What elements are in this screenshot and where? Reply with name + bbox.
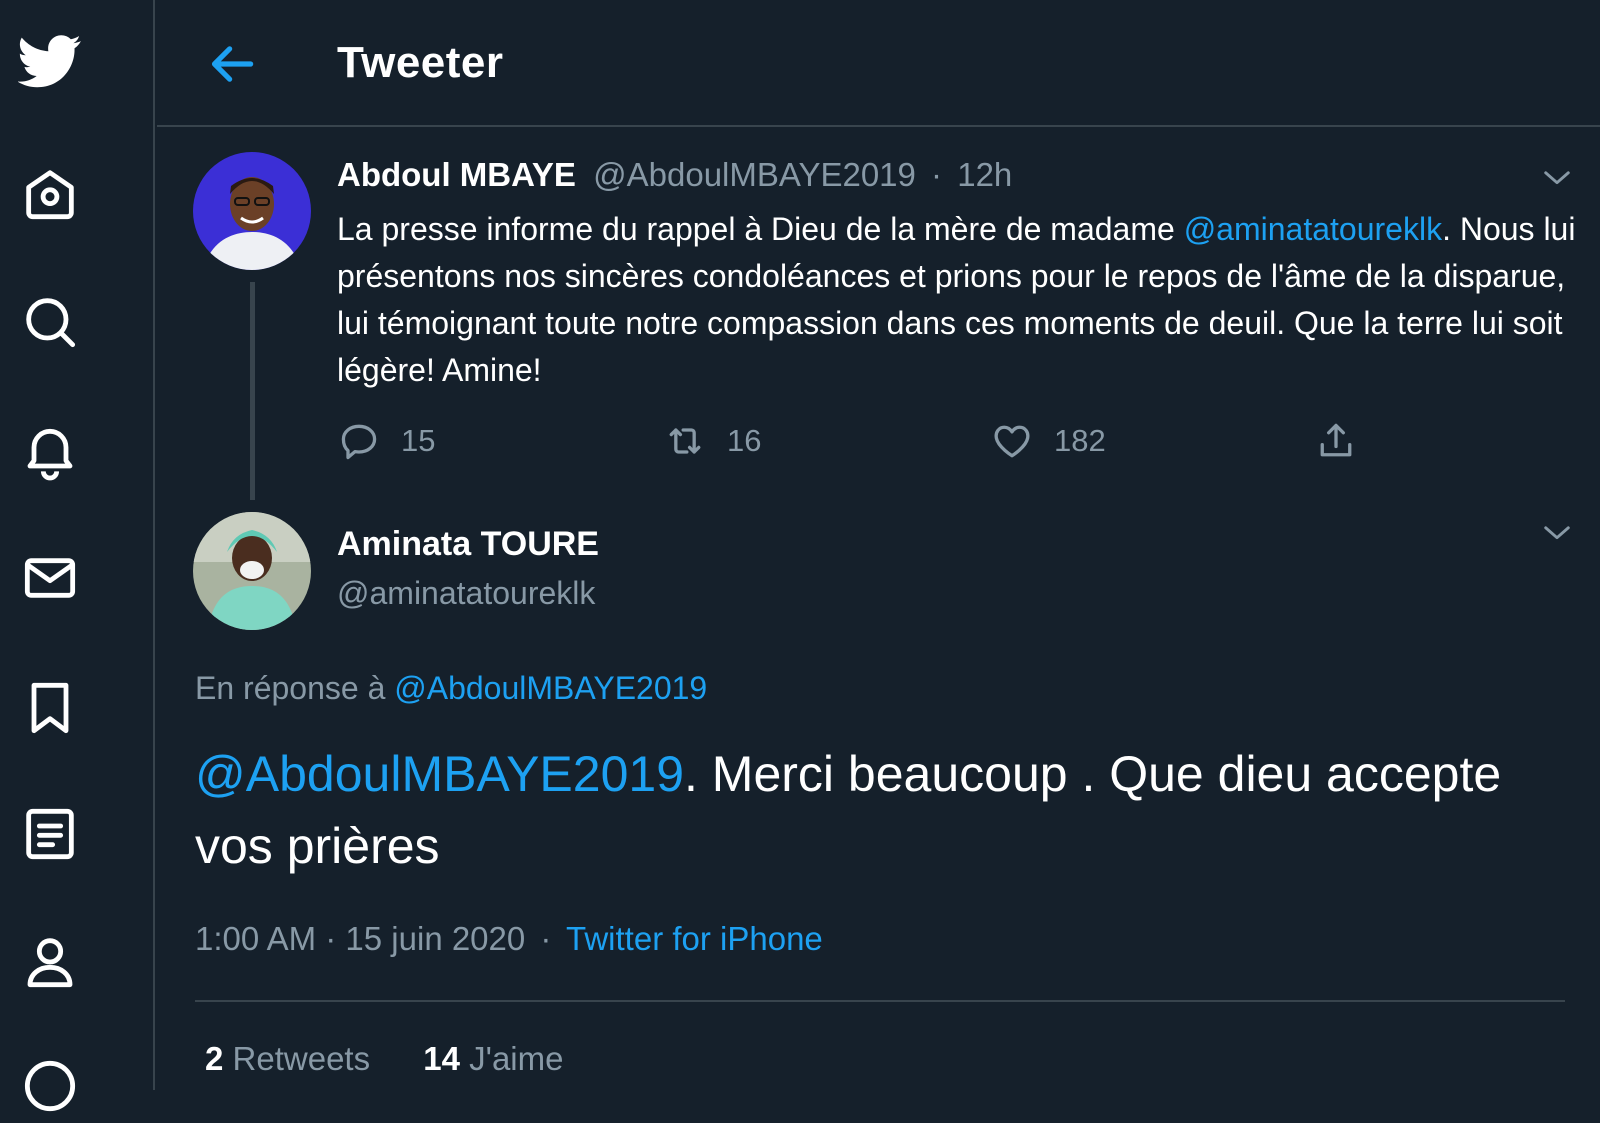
author-handle[interactable]: @aminatatoureklk (337, 575, 595, 612)
like-count: 182 (1054, 423, 1106, 458)
heart-icon (994, 425, 1030, 458)
tweet2-text: @AbdoulMBAYE2019. Merci beaucoup . Que d… (195, 738, 1575, 882)
retweet-action[interactable]: 16 (663, 415, 761, 467)
reply-count: 15 (401, 423, 436, 458)
like-action[interactable]: 182 (990, 415, 1106, 467)
retweets-count: 2 (205, 1040, 224, 1077)
author-name[interactable]: Abdoul MBAYE (337, 156, 576, 193)
separator: · (325, 920, 337, 957)
retweets-label: Retweets (232, 1040, 371, 1077)
tweet-source-link[interactable]: Twitter for iPhone (566, 920, 823, 957)
mail-icon[interactable] (18, 546, 82, 610)
separator: · (540, 920, 552, 957)
page-title: Tweeter (337, 38, 504, 87)
tweet1-text-part1: La presse informe du rappel à Dieu de la… (337, 211, 1184, 247)
bell-icon[interactable] (18, 418, 82, 482)
profile-icon[interactable] (18, 930, 82, 994)
home-icon[interactable] (18, 162, 82, 226)
reply-prefix: En réponse à (195, 670, 395, 706)
likes-label: J'aime (469, 1040, 564, 1077)
likes-stat[interactable]: 14 J'aime (423, 1040, 563, 1077)
tweet-meta: 1:00 AM · 15 juin 2020 · Twitter for iPh… (195, 920, 823, 958)
retweet-count: 16 (727, 423, 762, 458)
divider (195, 1000, 1565, 1002)
likes-count: 14 (423, 1040, 460, 1077)
avatar-aminata-toure[interactable] (193, 512, 311, 630)
share-action[interactable] (1314, 415, 1358, 467)
reply-icon (341, 424, 377, 460)
list-icon[interactable] (18, 802, 82, 866)
tweet1-text: La presse informe du rappel à Dieu de la… (337, 206, 1577, 394)
avatar-abdoul-mbaye[interactable] (193, 152, 311, 270)
mention-link[interactable]: @AbdoulMBAYE2019 (195, 746, 684, 802)
author-name[interactable]: Aminata TOURE (337, 525, 599, 564)
sidebar-nav (0, 0, 155, 1112)
tweet1-menu-chevron-icon[interactable] (1540, 160, 1574, 194)
separator: · (931, 156, 943, 193)
more-icon[interactable] (18, 1054, 82, 1118)
reply-handle-link[interactable]: @AbdoulMBAYE2019 (394, 670, 707, 706)
thread-line (250, 282, 255, 500)
mention-link[interactable]: @aminatatoureklk (1184, 211, 1442, 247)
tweet-time[interactable]: 1:00 AM (195, 920, 316, 957)
retweet-icon (669, 428, 701, 454)
tweet-time[interactable]: 12h (957, 156, 1012, 193)
reply-action[interactable]: 15 (337, 415, 435, 467)
top-bar: Tweeter (157, 0, 1600, 127)
reply-context: En réponse à @AbdoulMBAYE2019 (195, 670, 707, 707)
tweet-stats: 2 Retweets 14 J'aime (205, 1040, 563, 1078)
bookmark-icon[interactable] (18, 676, 82, 740)
retweets-stat[interactable]: 2 Retweets (205, 1040, 370, 1077)
tweet-date[interactable]: 15 juin 2020 (345, 920, 525, 957)
twitter-logo-icon[interactable] (17, 28, 82, 92)
author-handle[interactable]: @AbdoulMBAYE2019 (593, 156, 916, 193)
share-icon (1320, 423, 1352, 457)
tweet1-header: Abdoul MBAYE @AbdoulMBAYE2019 · 12h (337, 156, 1012, 194)
tweet2-menu-chevron-icon[interactable] (1540, 515, 1574, 549)
search-icon[interactable] (18, 290, 82, 354)
back-arrow-icon[interactable] (204, 36, 260, 92)
